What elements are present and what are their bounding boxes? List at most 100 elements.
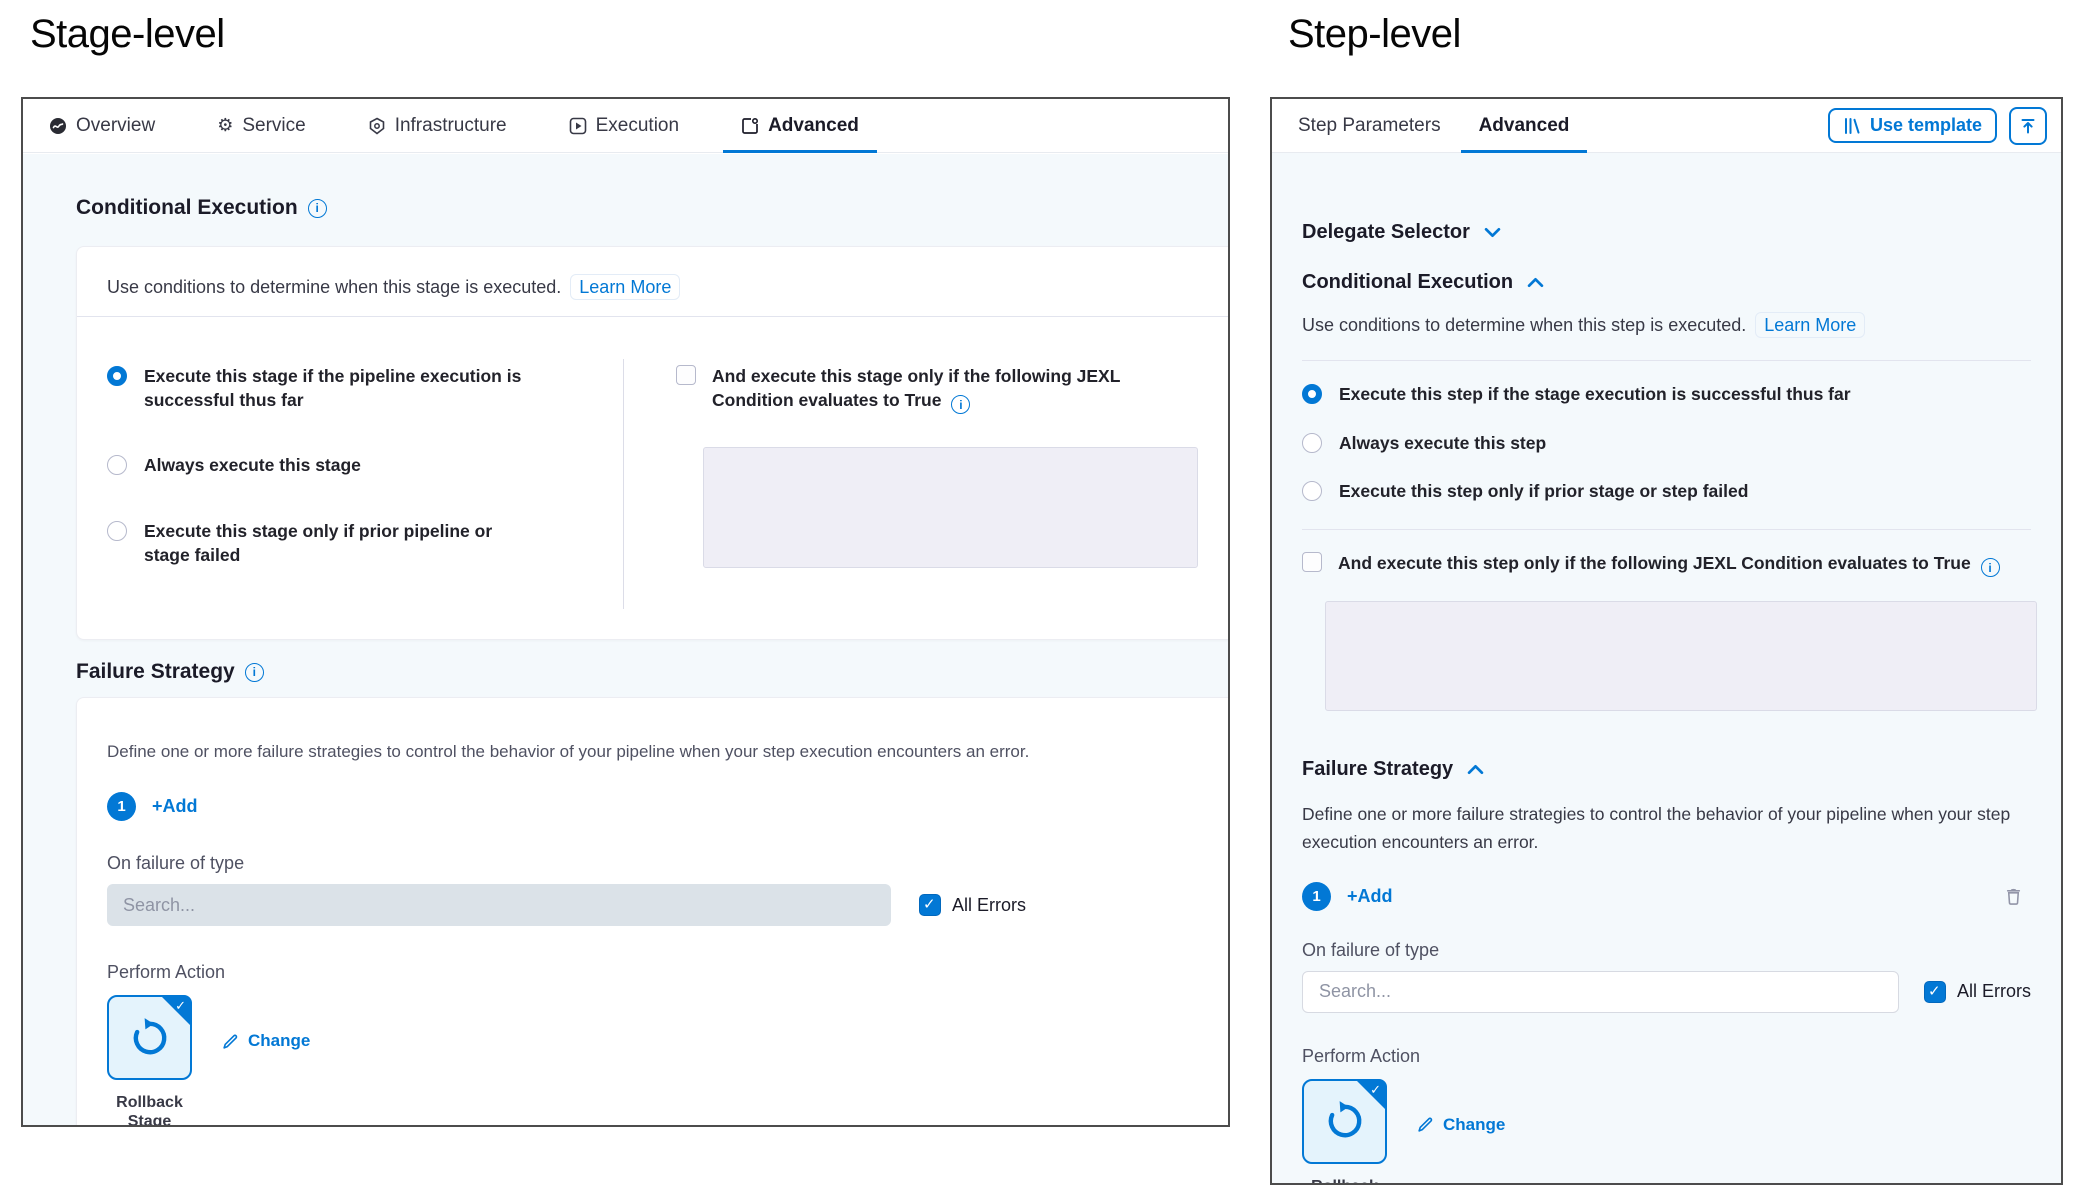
pencil-icon — [1417, 1116, 1434, 1133]
action-tile-caption: Rollback Stage — [107, 1093, 192, 1127]
radio-icon — [107, 455, 127, 475]
step-level-title: Step-level — [1288, 12, 1461, 57]
action-caption-line2: Stage — [107, 1112, 192, 1127]
failure-type-search-input[interactable] — [107, 884, 891, 926]
radio-always-execute[interactable]: Always execute this stage — [107, 454, 623, 478]
jexl-condition-label: And execute this stage only if the follo… — [712, 365, 1198, 414]
tab-label: Advanced — [1479, 115, 1570, 137]
radio-execute-if-successful[interactable]: Execute this stage if the pipeline execu… — [107, 365, 623, 412]
tab-infrastructure[interactable]: Infrastructure — [368, 99, 507, 152]
learn-more-link[interactable]: Learn More — [570, 274, 680, 300]
strategy-count-badge[interactable]: 1 — [1302, 882, 1331, 911]
failure-strategy-label: Failure Strategy — [1302, 758, 1453, 781]
action-tile-caption: Rollback Stage — [1302, 1177, 1387, 1185]
section-divider — [1302, 360, 2031, 361]
delete-strategy-button[interactable] — [2004, 887, 2023, 906]
selected-action: Rollback Stage — [107, 995, 192, 1127]
radio-execute-if-failed[interactable]: Execute this stage only if prior pipelin… — [107, 520, 623, 567]
tab-overview[interactable]: Overview — [49, 99, 155, 152]
selected-check-icon — [175, 998, 186, 1014]
radio-selected-icon — [1302, 384, 1322, 404]
failure-strategy-header[interactable]: Failure Strategy — [1302, 758, 2031, 781]
strategy-count-badge[interactable]: 1 — [107, 792, 136, 821]
strategy-badge-row: 1 +Add — [1302, 882, 2031, 911]
jexl-condition-input[interactable] — [1325, 601, 2037, 711]
failure-strategy-description: Define one or more failure strategies to… — [107, 742, 1198, 762]
radio-always-execute[interactable]: Always execute this step — [1302, 432, 2031, 456]
use-template-label: Use template — [1870, 115, 1982, 136]
selected-check-icon — [1370, 1082, 1381, 1098]
checkbox-icon — [676, 365, 696, 385]
tab-step-parameters[interactable]: Step Parameters — [1298, 99, 1441, 152]
jexl-condition-label: And execute this step only if the follow… — [1338, 552, 2000, 578]
add-strategy-button[interactable]: +Add — [152, 796, 198, 817]
checked-checkbox-icon — [1924, 981, 1946, 1003]
add-strategy-button[interactable]: +Add — [1347, 886, 1393, 907]
tab-label: Execution — [596, 115, 679, 137]
delegate-selector-header[interactable]: Delegate Selector — [1302, 221, 2031, 244]
conditional-execution-description: Use conditions to determine when this st… — [1302, 315, 2031, 336]
action-caption-line1: Rollback — [1302, 1177, 1387, 1185]
chevron-down-icon — [1484, 227, 1501, 238]
change-action-link[interactable]: Change — [222, 1031, 310, 1051]
failure-strategy-heading: Failure Strategy — [76, 660, 1228, 684]
all-errors-checkbox-row[interactable]: All Errors — [1924, 981, 2031, 1003]
all-errors-checkbox-row[interactable]: All Errors — [919, 894, 1026, 916]
stage-advanced-content: Conditional Execution Use conditions to … — [23, 154, 1228, 1125]
infrastructure-icon — [368, 117, 386, 135]
section-divider — [1302, 529, 2031, 530]
radio-label: Always execute this stage — [144, 454, 361, 478]
failure-strategy-card: Define one or more failure strategies to… — [76, 697, 1228, 1127]
jexl-label-text: And execute this stage only if the follo… — [712, 366, 1120, 410]
conditional-execution-heading-text: Conditional Execution — [76, 196, 298, 220]
failure-type-search-input[interactable] — [1302, 971, 1899, 1013]
pencil-icon — [222, 1033, 239, 1050]
rollback-stage-action-tile[interactable] — [107, 995, 192, 1080]
conditional-execution-header[interactable]: Conditional Execution — [1302, 271, 2031, 294]
description-text: Use conditions to determine when this st… — [107, 277, 561, 297]
tab-label: Advanced — [768, 115, 859, 137]
tab-execution[interactable]: Execution — [569, 99, 679, 152]
jexl-condition-input[interactable] — [703, 447, 1198, 568]
radio-execute-if-failed[interactable]: Execute this step only if prior stage or… — [1302, 480, 2031, 504]
perform-action-row: Rollback Stage Change — [107, 995, 1198, 1127]
change-action-link[interactable]: Change — [1417, 1115, 1505, 1135]
tab-label: Overview — [76, 115, 155, 137]
change-label: Change — [248, 1031, 310, 1051]
info-icon[interactable] — [1981, 558, 2000, 577]
chevron-up-icon — [1527, 277, 1544, 288]
jexl-condition-checkbox-row[interactable]: And execute this step only if the follow… — [1302, 552, 2031, 578]
tab-service[interactable]: ⚙ Service — [217, 99, 306, 152]
on-failure-of-type-label: On failure of type — [1302, 940, 2031, 961]
change-label: Change — [1443, 1115, 1505, 1135]
info-icon[interactable] — [245, 663, 264, 682]
perform-action-row: Rollback Stage Change — [1302, 1079, 2031, 1185]
conditional-execution-heading: Conditional Execution — [76, 196, 1228, 220]
conditional-radio-group: Execute this stage if the pipeline execu… — [107, 359, 623, 609]
delegate-selector-label: Delegate Selector — [1302, 221, 1470, 244]
radio-icon — [107, 521, 127, 541]
step-advanced-content: Delegate Selector Conditional Execution … — [1272, 221, 2061, 1185]
info-icon[interactable] — [951, 395, 970, 414]
rollback-stage-action-tile[interactable] — [1302, 1079, 1387, 1164]
action-caption-line1: Rollback — [107, 1093, 192, 1112]
info-icon[interactable] — [308, 199, 327, 218]
tab-label: Service — [242, 115, 305, 137]
template-library-icon — [1843, 117, 1861, 135]
advanced-icon — [741, 117, 759, 135]
all-errors-label: All Errors — [952, 895, 1026, 916]
radio-icon — [1302, 433, 1322, 453]
radio-execute-if-successful[interactable]: Execute this step if the stage execution… — [1302, 383, 2031, 407]
jexl-condition-checkbox-row[interactable]: And execute this stage only if the follo… — [676, 365, 1198, 414]
tab-label: Infrastructure — [395, 115, 507, 137]
trash-icon — [2004, 887, 2023, 906]
upload-icon — [2019, 117, 2037, 135]
tab-advanced[interactable]: Advanced — [1479, 99, 1570, 152]
learn-more-link[interactable]: Learn More — [1755, 312, 1865, 338]
perform-action-label: Perform Action — [107, 962, 1198, 983]
tab-advanced[interactable]: Advanced — [741, 99, 859, 152]
use-template-button[interactable]: Use template — [1828, 108, 1997, 143]
conditional-execution-description: Use conditions to determine when this st… — [107, 277, 1198, 298]
upload-template-button[interactable] — [2009, 107, 2047, 145]
chevron-up-icon — [1467, 764, 1484, 775]
